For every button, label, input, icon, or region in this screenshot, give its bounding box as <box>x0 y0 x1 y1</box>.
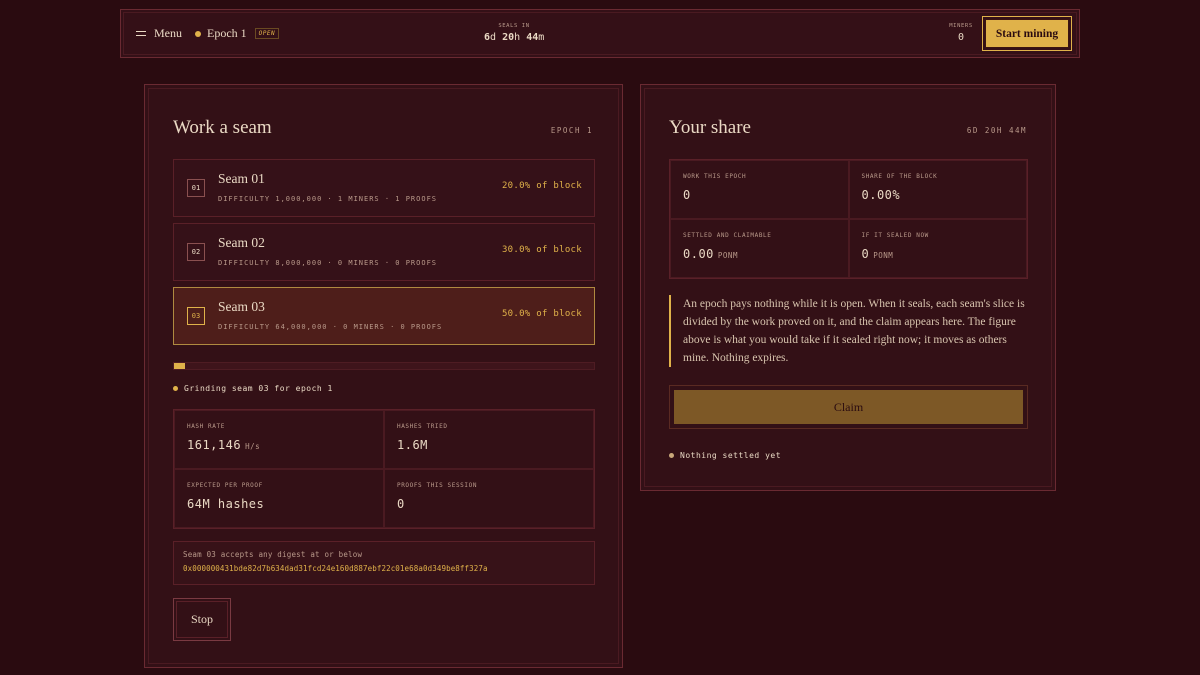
settled-cell: SETTLED AND CLAIMABLE 0.00 PONM <box>670 219 849 278</box>
work-value: 0 <box>683 188 691 202</box>
grinding-status: Grinding seam 03 for epoch 1 <box>173 384 333 393</box>
seam-name: Seam 01 <box>218 171 265 186</box>
sealed-number: 0 <box>861 247 870 261</box>
countdown-hours-unit: h <box>514 32 521 43</box>
hashes-tried-cell: HASHES TRIED 1.6M <box>384 410 594 469</box>
hashes-tried-label: HASHES TRIED <box>397 423 448 430</box>
seam-02[interactable]: 02 Seam 02 DIFFICULTY 8,000,000 · 0 MINE… <box>173 223 595 281</box>
status-text: Nothing settled yet <box>680 451 782 460</box>
digest-value[interactable]: 0x000000431bde82d7b634dad31fcd24e160d887… <box>183 564 585 573</box>
settled-value: 0.00 PONM <box>683 247 836 261</box>
hashes-tried-value: 1.6M <box>397 438 428 452</box>
status-dot-icon <box>669 453 674 458</box>
hash-rate-value: 161,146 H/s <box>187 438 371 452</box>
epoch-indicator: Epoch 1 OPEN <box>195 26 280 41</box>
miners: MINERS 0 <box>941 23 981 43</box>
your-share-panel: Your share 6D 20H 44M WORK THIS EPOCH 0 … <box>640 84 1056 491</box>
expected-value: 64M hashes <box>187 497 265 511</box>
hash-rate-label: HASH RATE <box>187 423 225 430</box>
expected-cell: EXPECTED PER PROOF 64M hashes <box>174 469 384 528</box>
top-bar: Menu Epoch 1 OPEN SEALS IN 6d 20h 44m MI… <box>120 9 1080 58</box>
seals-in-label: SEALS IN <box>498 23 530 29</box>
work-label: WORK THIS EPOCH <box>683 173 747 180</box>
hamburger-icon <box>136 30 146 38</box>
work-seam-panel: Work a seam EPOCH 1 01 Seam 01 DIFFICULT… <box>144 84 623 668</box>
progress-bar <box>173 362 595 370</box>
seam-meta: DIFFICULTY 1,000,000 · 1 MINERS · 1 PROO… <box>218 195 438 203</box>
epoch-tag: EPOCH 1 <box>550 126 593 135</box>
status-text: Grinding seam 03 for epoch 1 <box>184 384 333 393</box>
epoch-label: Epoch 1 <box>207 26 247 40</box>
proofs-value: 0 <box>397 497 405 511</box>
seals-in: SEALS IN 6d 20h 44m <box>484 23 544 43</box>
share-cell: SHARE OF THE BLOCK 0.00% <box>848 160 1027 219</box>
status-badge: OPEN <box>254 28 280 39</box>
sealed-cell: IF IT SEALED NOW 0 PONM <box>848 219 1027 278</box>
seam-03[interactable]: 03 Seam 03 DIFFICULTY 64,000,000 · 0 MIN… <box>173 287 595 345</box>
countdown: 6d 20h 44m <box>484 32 544 43</box>
seam-name: Seam 03 <box>218 299 265 314</box>
settled-number: 0.00 <box>683 247 714 261</box>
proofs-cell: PROOFS THIS SESSION 0 <box>384 469 594 528</box>
proofs-label: PROOFS THIS SESSION <box>397 482 478 489</box>
seam-meta: DIFFICULTY 64,000,000 · 0 MINERS · 0 PRO… <box>218 323 443 331</box>
settled-label: SETTLED AND CLAIMABLE <box>683 232 772 239</box>
stop-button[interactable]: Stop <box>173 598 231 641</box>
countdown-hours: 20 <box>502 32 515 43</box>
seam-number: 03 <box>187 307 205 325</box>
seam-meta: DIFFICULTY 8,000,000 · 0 MINERS · 0 PROO… <box>218 259 438 267</box>
progress-fill <box>174 363 185 369</box>
miners-count: 0 <box>957 32 965 43</box>
seam-share: 50.0% of block <box>501 309 582 319</box>
countdown-days-unit: d <box>490 32 497 43</box>
seam-number: 02 <box>187 243 205 261</box>
panel-title: Work a seam <box>173 117 272 138</box>
status-dot-icon <box>195 30 201 37</box>
hash-rate-unit: H/s <box>245 442 261 451</box>
sealed-value: 0 PONM <box>862 247 1015 261</box>
hash-rate-number: 161,146 <box>187 438 242 452</box>
countdown-minutes-unit: m <box>538 32 545 43</box>
seam-name: Seam 02 <box>218 235 265 250</box>
settled-unit: PONM <box>717 251 738 260</box>
seam-share: 30.0% of block <box>501 245 582 255</box>
share-stats: WORK THIS EPOCH 0 SHARE OF THE BLOCK 0.0… <box>669 159 1028 279</box>
epoch-note: An epoch pays nothing while it is open. … <box>669 295 1029 367</box>
expected-label: EXPECTED PER PROOF <box>187 482 263 489</box>
status-dot-icon <box>173 386 178 391</box>
miners-label: MINERS <box>949 23 973 29</box>
menu-button[interactable]: Menu <box>136 26 182 41</box>
claim-button[interactable]: Claim <box>669 385 1028 429</box>
menu-label: Menu <box>154 26 182 40</box>
start-mining-button[interactable]: Start mining <box>982 16 1072 51</box>
share-value: 0.00% <box>861 188 901 202</box>
work-cell: WORK THIS EPOCH 0 <box>670 160 849 219</box>
seam-01[interactable]: 01 Seam 01 DIFFICULTY 1,000,000 · 1 MINE… <box>173 159 595 217</box>
hash-rate-cell: HASH RATE 161,146 H/s <box>174 410 384 469</box>
countdown-minutes: 44 <box>526 32 539 43</box>
digest-label: Seam 03 accepts any digest at or below <box>183 550 363 559</box>
sealed-label: IF IT SEALED NOW <box>861 232 929 239</box>
mining-stats: HASH RATE 161,146 H/s HASHES TRIED 1.6M E… <box>173 409 595 529</box>
claim-label: Claim <box>674 390 1023 424</box>
share-label: SHARE OF THE BLOCK <box>861 173 938 180</box>
digest-box: Seam 03 accepts any digest at or below 0… <box>173 541 595 585</box>
panel-title: Your share <box>669 117 751 138</box>
countdown-tag: 6D 20H 44M <box>966 126 1027 135</box>
sealed-unit: PONM <box>873 251 894 260</box>
seam-share: 20.0% of block <box>501 181 582 191</box>
seam-number: 01 <box>187 179 205 197</box>
settled-status: Nothing settled yet <box>669 451 781 460</box>
